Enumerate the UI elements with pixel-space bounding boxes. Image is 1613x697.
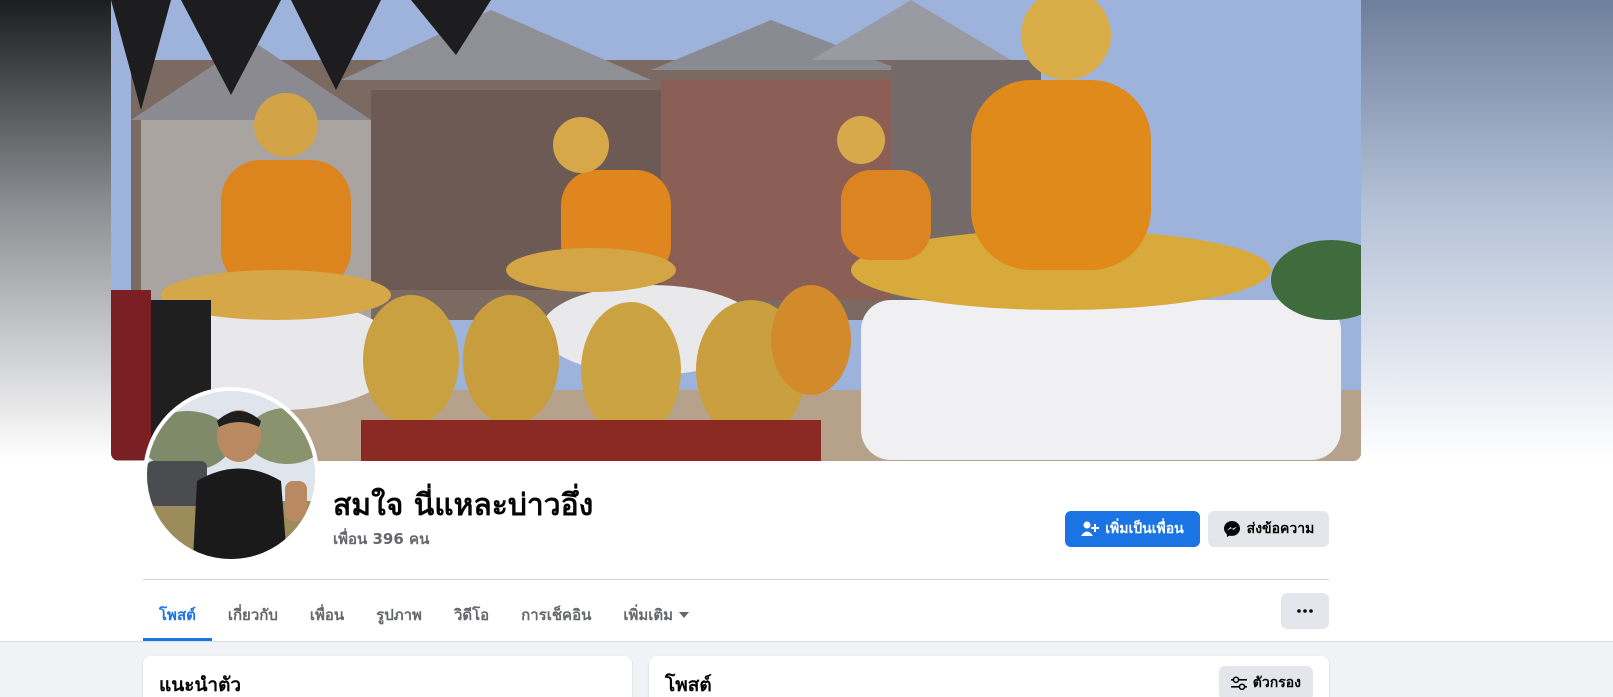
tab-label: การเช็คอิน xyxy=(521,606,592,624)
friends-count[interactable]: เพื่อน 396 คน xyxy=(333,527,429,551)
avatar-illustration xyxy=(147,391,315,559)
ellipsis-icon xyxy=(1297,609,1313,613)
tab-label: เกี่ยวกับ xyxy=(227,606,278,624)
message-label: ส่งข้อความ xyxy=(1246,521,1315,537)
tab-friends[interactable]: เพื่อน xyxy=(294,591,360,639)
more-options-button[interactable] xyxy=(1281,593,1329,629)
messenger-icon xyxy=(1223,521,1240,537)
posts-title: โพสต์ xyxy=(665,674,712,696)
posts-card: โพสต์ ตัวกรอง xyxy=(649,656,1329,697)
message-button[interactable]: ส่งข้อความ xyxy=(1208,511,1329,547)
sliders-icon xyxy=(1230,676,1247,690)
avatar xyxy=(147,391,315,559)
person-plus-icon xyxy=(1081,521,1100,536)
tab-label: รูปภาพ xyxy=(376,606,422,624)
tab-label: เพื่อน xyxy=(309,606,345,624)
header-divider xyxy=(143,579,1329,580)
tab-posts[interactable]: โพสต์ xyxy=(143,591,212,641)
profile-picture[interactable] xyxy=(143,387,319,563)
intro-title: แนะนำตัว xyxy=(159,674,242,696)
tab-label: โพสต์ xyxy=(159,606,196,624)
intro-card: แนะนำตัว xyxy=(143,656,632,697)
tab-more[interactable]: เพิ่มเติม xyxy=(607,591,705,639)
add-friend-label: เพิ่มเป็นเพื่อน xyxy=(1105,521,1184,537)
filter-button[interactable]: ตัวกรอง xyxy=(1218,666,1313,697)
profile-tabs: โพสต์ เกี่ยวกับ เพื่อน รูปภาพ วิดีโอ การ… xyxy=(143,591,705,641)
caret-down-icon xyxy=(679,612,690,618)
tab-about[interactable]: เกี่ยวกับ xyxy=(212,591,294,639)
tab-videos[interactable]: วิดีโอ xyxy=(438,591,505,639)
tab-label: วิดีโอ xyxy=(453,606,490,624)
tab-label: เพิ่มเติม xyxy=(623,606,674,624)
filter-label: ตัวกรอง xyxy=(1252,675,1301,691)
profile-name: สมใจ นี่แหละบ่าวอึ่ง xyxy=(333,488,594,523)
tab-checkins[interactable]: การเช็คอิน xyxy=(505,591,607,639)
add-friend-button[interactable]: เพิ่มเป็นเพื่อน xyxy=(1065,511,1200,547)
tab-photos[interactable]: รูปภาพ xyxy=(360,591,438,639)
